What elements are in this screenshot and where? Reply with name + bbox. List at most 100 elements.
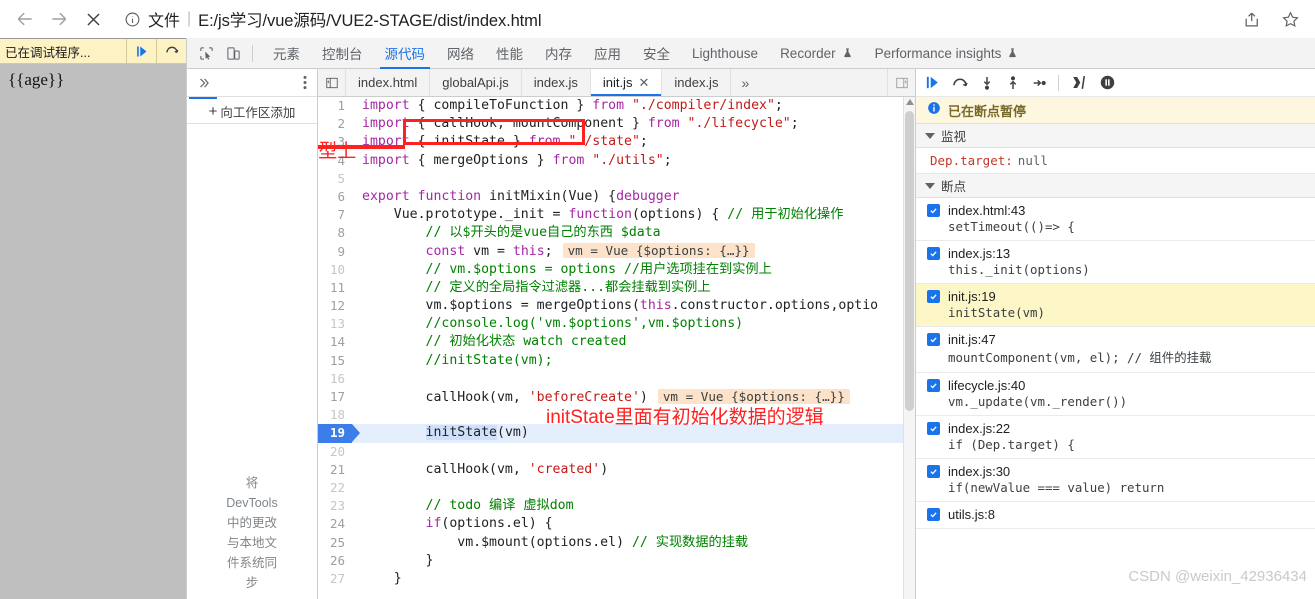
more-file-tabs-button[interactable]: »: [731, 69, 759, 96]
checkbox-checked-icon[interactable]: [927, 465, 940, 478]
editor-scrollbar[interactable]: [903, 97, 915, 599]
page-text-age: {{age}}: [8, 70, 65, 89]
file-tab-bar: index.html globalApi.js index.js init.js…: [318, 69, 915, 97]
checkbox-checked-icon[interactable]: [927, 422, 940, 435]
line-number: 19: [318, 424, 360, 443]
watch-expression-row[interactable]: Dep.target: null: [916, 148, 1315, 174]
code-line: 15 //initState(vm);: [318, 352, 915, 370]
tab-label: 源代码: [384, 47, 426, 62]
line-content: import { initState } from "./state";: [362, 134, 648, 150]
breakpoints-section-header[interactable]: 断点: [916, 174, 1315, 198]
line-number: 12: [329, 298, 345, 314]
breakpoint-location: index.html:43: [948, 203, 1026, 218]
breakpoint-item[interactable]: index.js:30 if(newValue === value) retur…: [916, 459, 1315, 502]
file-tab-init-js[interactable]: init.js ✕: [590, 69, 663, 96]
add-folder-to-workspace-button[interactable]: + 向工作区添加: [187, 99, 317, 124]
step-into-icon[interactable]: [979, 75, 995, 91]
step-icon[interactable]: [1031, 75, 1047, 91]
share-icon[interactable]: [1235, 2, 1269, 36]
address-bar[interactable]: 文件 | E:/js学习/vue源码/VUE2-STAGE/dist/index…: [116, 5, 1229, 33]
tab-security[interactable]: 安全: [632, 38, 681, 69]
tab-recorder[interactable]: Recorder: [769, 38, 864, 69]
breakpoint-item[interactable]: index.html:43 setTimeout(()=> {: [916, 198, 1315, 241]
line-number: 21: [329, 461, 345, 477]
resume-script-icon[interactable]: [924, 74, 941, 91]
toolbar-divider: [252, 44, 253, 62]
stop-x-icon[interactable]: [76, 2, 110, 36]
device-toolbar-icon[interactable]: [220, 40, 247, 66]
file-tab-label: init.js: [602, 75, 633, 90]
tab-application[interactable]: 应用: [583, 38, 632, 69]
page-content: {{age}}: [0, 64, 186, 96]
tab-lighthouse[interactable]: Lighthouse: [681, 38, 769, 69]
breakpoint-item[interactable]: lifecycle.js:40 vm._update(vm._render()): [916, 373, 1315, 416]
code-line: 5: [318, 170, 915, 188]
watch-section-header[interactable]: 监视: [916, 124, 1315, 148]
breakpoint-location: index.js:13: [948, 246, 1011, 261]
file-tab-index-js-1[interactable]: index.js: [521, 69, 591, 96]
chevron-double-right-icon[interactable]: [191, 76, 217, 90]
breakpoint-item[interactable]: init.js:47 mountComponent(vm, el); // 组件…: [916, 327, 1315, 373]
experiment-flask-icon: [842, 47, 853, 59]
close-icon[interactable]: ✕: [638, 75, 649, 91]
checkbox-checked-icon[interactable]: [927, 204, 940, 217]
show-debugger-icon[interactable]: [887, 69, 915, 96]
debugger-paused-infobar: 已在调试程序...: [0, 38, 186, 64]
step-over-icon[interactable]: [156, 38, 186, 64]
line-content: Vue.prototype._init = function(options) …: [362, 207, 844, 223]
tab-elements[interactable]: 元素: [262, 38, 311, 69]
tab-performance[interactable]: 性能: [485, 38, 534, 69]
line-content: // todo 编译 虚拟dom: [362, 498, 574, 514]
breakpoint-item[interactable]: index.js:13 this._init(options): [916, 241, 1315, 284]
toolbar-divider: [1058, 74, 1059, 91]
show-navigator-icon[interactable]: [318, 69, 346, 96]
line-content: // vm.$options = options //用户选项挂在到实例上: [362, 261, 772, 277]
page-info-icon[interactable]: [124, 11, 141, 28]
tab-network[interactable]: 网络: [436, 38, 485, 69]
back-arrow-icon[interactable]: [8, 2, 42, 36]
tab-memory[interactable]: 内存: [534, 38, 583, 69]
line-number: 18: [329, 407, 345, 423]
devtools-left-icons: [187, 40, 262, 66]
file-tab-index-html[interactable]: index.html: [346, 69, 431, 96]
checkbox-checked-icon[interactable]: [927, 247, 940, 260]
scrollbar-thumb[interactable]: [905, 111, 914, 411]
deactivate-breakpoints-icon[interactable]: [1070, 73, 1089, 92]
file-tab-index-js-2[interactable]: index.js: [662, 69, 732, 96]
line-number: 17: [329, 389, 345, 404]
checkbox-checked-icon[interactable]: [927, 290, 940, 303]
scroll-up-arrow-icon[interactable]: [906, 99, 914, 105]
url-text: E:/js学习/vue源码/VUE2-STAGE/dist/index.html: [198, 12, 542, 30]
inspect-element-icon[interactable]: [193, 40, 220, 66]
checkbox-checked-icon[interactable]: [927, 333, 940, 346]
checkbox-checked-icon[interactable]: [927, 508, 940, 521]
code-editor[interactable]: 1 import { compileToFunction } from "./co…: [318, 97, 915, 599]
code-line: 22: [318, 479, 915, 497]
breakpoint-item-active[interactable]: init.js:19 initState(vm): [916, 284, 1315, 327]
watch-expression-name: Dep.target:: [930, 153, 1013, 168]
resume-script-icon[interactable]: [126, 38, 156, 64]
forward-arrow-icon[interactable]: [42, 2, 76, 36]
code-line: 20: [318, 443, 915, 461]
code-line: 14 // 初始化状态 watch created: [318, 333, 915, 351]
code-line: 9 const vm = this; vm = Vue {$options: {……: [318, 243, 915, 261]
more-options-icon[interactable]: [297, 75, 313, 90]
line-content: }: [362, 552, 434, 568]
breakpoint-item[interactable]: index.js:22 if (Dep.target) {: [916, 416, 1315, 459]
code-line: 27 }: [318, 570, 915, 588]
breakpoint-code: this._init(options): [948, 262, 1090, 277]
line-content: }: [362, 570, 402, 586]
tab-performance-insights[interactable]: Performance insights: [864, 38, 1030, 69]
step-out-icon[interactable]: [1005, 75, 1021, 91]
star-icon[interactable]: [1273, 2, 1307, 36]
url-scheme-label: 文件: [148, 13, 181, 30]
pause-on-exceptions-icon[interactable]: [1099, 74, 1116, 91]
tab-console[interactable]: 控制台: [311, 38, 374, 69]
file-tab-globalapi-js[interactable]: globalApi.js: [430, 69, 522, 96]
code-line: 18: [318, 406, 915, 424]
tab-sources[interactable]: 源代码: [374, 38, 437, 69]
checkbox-checked-icon[interactable]: [927, 379, 940, 392]
info-circle-icon: [927, 101, 941, 120]
step-over-icon[interactable]: [951, 74, 969, 92]
breakpoint-item[interactable]: utils.js:8: [916, 502, 1315, 529]
